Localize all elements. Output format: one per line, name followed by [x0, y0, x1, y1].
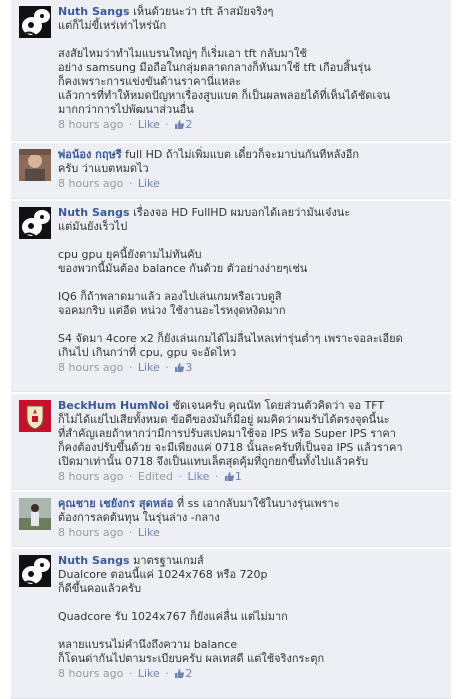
like-link[interactable]: Like	[138, 667, 160, 680]
avatar[interactable]	[19, 400, 51, 432]
like-count-value: 2	[185, 667, 193, 680]
comment-item: คุณชาย เชยังกร สุดหล่อ ที่ ss เอากลับมาใ…	[11, 492, 451, 547]
comment-timestamp[interactable]: 8 hours ago	[58, 470, 123, 483]
comment-body: คุณชาย เชยังกร สุดหล่อ ที่ ss เอากลับมาใ…	[58, 497, 448, 540]
comment-item: Nuth Sangs มาตรฐานเกมส์ Dualcore ตอนนี้แ…	[11, 549, 451, 699]
comment-body: BeckHum HumNoi ชัดเจนครับ คุณนัท โดยส่วน…	[58, 399, 448, 484]
comment-item: Nuth Sangs เห็นด้วยนะว่า tft ล้าสมัยจริง…	[11, 0, 451, 141]
avatar[interactable]	[19, 498, 51, 530]
thumbs-up-icon	[175, 669, 185, 678]
avatar[interactable]	[19, 207, 51, 239]
comment-timestamp[interactable]: 8 hours ago	[58, 667, 123, 680]
comment-author-link[interactable]: Nuth Sangs	[58, 206, 130, 219]
avatar[interactable]	[19, 555, 51, 587]
comment-author-link[interactable]: คุณชาย เชยังกร สุดหล่อ	[58, 497, 173, 510]
like-count-value: 2	[185, 118, 193, 131]
like-count[interactable]: 1	[224, 470, 242, 483]
comment-stream: Nuth Sangs เห็นด้วยนะว่า tft ล้าสมัยจริง…	[0, 0, 461, 699]
comment-author-link[interactable]: Nuth Sangs	[58, 5, 130, 18]
comment-author-link[interactable]: Nuth Sangs	[58, 554, 130, 567]
comment-body: Nuth Sangs เห็นด้วยนะว่า tft ล้าสมัยจริง…	[58, 5, 448, 132]
comment-text: เห็นด้วยนะว่า tft ล้าสมัยจริงๆ แต่ก็ไม่ข…	[58, 5, 391, 116]
edited-label[interactable]: Edited	[138, 470, 173, 483]
like-link[interactable]: Like	[187, 470, 209, 483]
comment-meta: 8 hours ago · Like	[58, 526, 160, 539]
thumbs-up-icon	[175, 120, 185, 129]
thumbs-up-icon	[175, 363, 185, 372]
avatar[interactable]	[19, 149, 51, 181]
club-crest-avatar-icon	[19, 400, 51, 432]
avatar[interactable]	[19, 6, 51, 38]
like-link[interactable]: Like	[138, 526, 160, 539]
comment-meta: 8 hours ago · Like · 2	[58, 667, 193, 680]
comment-meta: 8 hours ago · Like	[58, 177, 160, 190]
comment-timestamp[interactable]: 8 hours ago	[58, 177, 123, 190]
comment-author-link[interactable]: BeckHum HumNoi	[58, 399, 169, 412]
comment-meta: 8 hours ago · Like · 3	[58, 361, 193, 374]
comment-item: พ่อน้อง กฤษรี full HD ถ้าไม่เพิ่มแบต เดี…	[11, 143, 451, 199]
cartoon-avatar-icon	[19, 6, 51, 38]
comment-body: พ่อน้อง กฤษรี full HD ถ้าไม่เพิ่มแบต เดี…	[58, 148, 448, 191]
comment-body: Nuth Sangs เรื่องจอ HD FullHD ผมบอกได้เล…	[58, 206, 448, 375]
like-count[interactable]: 2	[174, 667, 192, 680]
comment-timestamp[interactable]: 8 hours ago	[58, 526, 123, 539]
comment-meta: 8 hours ago · Edited · Like · 1	[58, 470, 242, 483]
cartoon-avatar-icon	[19, 555, 51, 587]
comment-timestamp[interactable]: 8 hours ago	[58, 361, 123, 374]
like-count-value: 1	[234, 470, 242, 483]
photo-avatar-icon	[19, 498, 51, 530]
like-count[interactable]: 2	[174, 118, 192, 131]
like-count-value: 3	[185, 361, 193, 374]
comment-item: BeckHum HumNoi ชัดเจนครับ คุณนัท โดยส่วน…	[11, 394, 451, 490]
comment-item: Nuth Sangs เรื่องจอ HD FullHD ผมบอกได้เล…	[11, 201, 451, 392]
comment-body: Nuth Sangs มาตรฐานเกมส์ Dualcore ตอนนี้แ…	[58, 554, 448, 681]
comment-meta: 8 hours ago · Like · 2	[58, 118, 193, 131]
like-count[interactable]: 3	[174, 361, 192, 374]
comment-text: เรื่องจอ HD FullHD ผมบอกได้เลยว่ามันเจ๋ง…	[58, 206, 403, 359]
like-link[interactable]: Like	[138, 177, 160, 190]
comment-author-link[interactable]: พ่อน้อง กฤษรี	[58, 148, 122, 161]
like-link[interactable]: Like	[138, 361, 160, 374]
comment-timestamp[interactable]: 8 hours ago	[58, 118, 123, 131]
like-link[interactable]: Like	[138, 118, 160, 131]
comment-text: มาตรฐานเกมส์ Dualcore ตอนนี้แค่ 1024x768…	[58, 554, 325, 665]
cartoon-avatar-icon	[19, 207, 51, 239]
photo-avatar-icon	[19, 149, 51, 181]
thumbs-up-icon	[224, 472, 234, 481]
